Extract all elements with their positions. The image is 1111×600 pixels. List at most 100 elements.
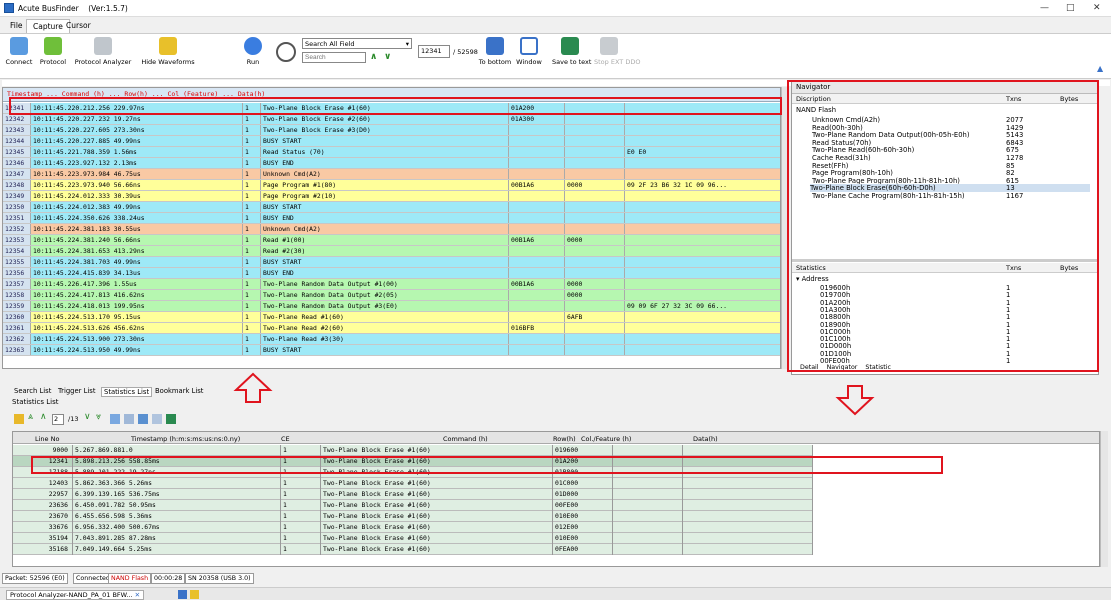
grid-row[interactable]: 12356 10:11:45.224.415.839 34.13us 1 BUSY … <box>3 268 780 279</box>
next-page-icon[interactable]: ∨ <box>84 412 91 422</box>
stat-row[interactable]: 33676 6.956.332.400 500.67ms 1 Two-Plane Bl… <box>13 522 813 533</box>
gears-icon <box>94 37 112 55</box>
stat-cell-ts: 7.049.149.664 5.25ms <box>73 544 281 555</box>
to-bottom-button[interactable]: To bottom <box>478 37 512 66</box>
hide-waveforms-label: Hide Waveforms <box>141 58 195 66</box>
tab-cursor[interactable]: Cursor <box>60 19 97 33</box>
save-icon[interactable] <box>166 414 176 424</box>
collapse-ribbon-icon[interactable]: ▲ <box>1097 64 1103 73</box>
grid-row[interactable]: 12363 10:11:45.224.513.950 49.99ns 1 BUSY … <box>3 345 780 356</box>
cell-data <box>625 158 780 168</box>
grid-row[interactable]: 12353 10:11:45.224.381.240 56.66ns 1 Read #… <box>3 235 780 246</box>
cell-cmd: BUSY START <box>261 345 509 355</box>
grid-row[interactable]: 12349 10:11:45.224.012.333 30.39us 1 Page … <box>3 191 780 202</box>
search-field-select[interactable]: Search All Field ▾ <box>302 38 412 49</box>
grid-row[interactable]: 12352 10:11:45.224.381.183 30.55us 1 Unknow… <box>3 224 780 235</box>
filter-icon[interactable] <box>124 414 134 424</box>
chart-icon[interactable] <box>14 414 24 424</box>
cell-cmd: BUSY START <box>261 136 509 146</box>
stat-scrollbar[interactable] <box>1100 431 1108 567</box>
cell-data: E0 E0 <box>625 147 780 157</box>
cell-cmd: Two-Plane Random Data Output #3(E0) <box>261 301 509 311</box>
grid-row[interactable]: 12347 10:11:45.223.973.984 46.75us 1 Unknow… <box>3 169 780 180</box>
grid-row[interactable]: 12359 10:11:45.224.418.013 199.95ns 1 Two-… <box>3 301 780 312</box>
tab-file[interactable]: File <box>4 19 29 33</box>
window-button[interactable]: Window <box>515 37 543 66</box>
cell-data <box>625 191 780 201</box>
grid-row[interactable]: 12344 10:11:45.220.227.885 49.99ns 1 BUSY … <box>3 136 780 147</box>
tab-statistics-list[interactable]: Statistics List <box>101 387 153 397</box>
doc-tab[interactable]: Protocol Analyzer-NAND_PA_01 BFW... ✕ <box>6 590 145 600</box>
tab-trigger-list[interactable]: Trigger List <box>58 387 95 395</box>
protocol-button[interactable]: Protocol <box>37 37 69 66</box>
hide-waveforms-button[interactable]: Hide Waveforms <box>138 37 198 66</box>
stat-row[interactable]: 22957 6.399.139.165 536.75ms 1 Two-Plane Bl… <box>13 489 813 500</box>
stat-row[interactable]: 12403 5.862.363.366 5.26ms 1 Two-Plane Bloc… <box>13 478 813 489</box>
grid-row[interactable]: 12346 10:11:45.223.927.132 2.13ms 1 BUSY E… <box>3 158 780 169</box>
cell-cmd: Two-Plane Read #3(30) <box>261 334 509 344</box>
first-page-icon[interactable]: ⩓ <box>28 412 33 422</box>
grid-row[interactable]: 12354 10:11:45.224.381.653 413.29ns 1 Read… <box>3 246 780 257</box>
cell-row <box>509 257 565 267</box>
grid-row[interactable]: 12351 10:11:45.224.350.626 338.24us 1 BUSY… <box>3 213 780 224</box>
stop-ext-button[interactable]: Stop EXT DDO <box>594 37 641 66</box>
stat-cell-ts: 5.862.363.366 5.26ms <box>73 478 281 489</box>
search-down-icon[interactable]: ∨ <box>384 52 391 62</box>
close-button[interactable]: ✕ <box>1093 3 1101 13</box>
grid-row[interactable]: 12355 10:11:45.224.381.703 49.99ns 1 BUSY … <box>3 257 780 268</box>
grid-row[interactable]: 12343 10:11:45.220.227.605 273.30ns 1 Two-… <box>3 125 780 136</box>
stat-row[interactable]: 23670 6.455.656.598 5.36ms 1 Two-Plane Bloc… <box>13 511 813 522</box>
prev-page-icon[interactable]: ∧ <box>40 412 47 422</box>
stat-cell-ce: 1 <box>281 511 321 522</box>
stat-cell-ce: 1 <box>281 544 321 555</box>
stop-ext-label: Stop EXT DDO <box>594 58 641 66</box>
cell-data <box>625 290 780 300</box>
grid-row[interactable]: 12358 10:11:45.224.417.813 416.62ns 1 Two-… <box>3 290 780 301</box>
export-icon[interactable] <box>138 414 148 424</box>
minimize-button[interactable]: — <box>1040 3 1049 13</box>
page-input[interactable]: 2 <box>52 414 64 425</box>
grid-row[interactable]: 12362 10:11:45.224.513.900 273.30ns 1 Two-… <box>3 334 780 345</box>
bars-icon[interactable] <box>190 590 199 599</box>
stat-cell-cmd: Two-Plane Block Erase #1(60) <box>321 522 553 533</box>
stat-row[interactable]: 35194 7.043.891.285 87.28ms 1 Two-Plane Blo… <box>13 533 813 544</box>
grid-row[interactable]: 12348 10:11:45.223.973.940 56.66ns 1 Page P… <box>3 180 780 191</box>
cell-data <box>625 257 780 267</box>
protocol-analyzer-button[interactable]: Protocol Analyzer <box>74 37 132 66</box>
cell-row: 00B1A6 <box>509 279 565 289</box>
cell-data <box>625 169 780 179</box>
grid-row[interactable]: 12357 10:11:45.226.417.396 1.55us 1 Two-Pla… <box>3 279 780 290</box>
menu-tabs: File Capture Cursor <box>0 18 1111 33</box>
clear-icon[interactable] <box>152 414 162 424</box>
cell-row <box>509 191 565 201</box>
grid-row[interactable]: 12350 10:11:45.224.012.383 49.99ns 1 BUSY … <box>3 202 780 213</box>
stat-row[interactable]: 9000 5.267.869.881.0 1 Two-Plane Block Eras… <box>13 445 813 456</box>
stat-cell-data <box>683 478 813 489</box>
close-tab-icon[interactable]: ✕ <box>135 591 140 599</box>
cell-col <box>565 224 625 234</box>
stat-cell-no: 22957 <box>13 489 73 500</box>
pin-icon[interactable] <box>178 590 187 599</box>
search-input[interactable] <box>302 52 366 63</box>
tab-search-list[interactable]: Search List <box>14 387 51 395</box>
search-up-icon[interactable]: ∧ <box>370 52 377 62</box>
grid-row[interactable]: 12361 10:11:45.224.513.626 456.62ns 1 Two-… <box>3 323 780 334</box>
grid-row[interactable]: 12345 10:11:45.221.788.359 1.56ms 1 Read St… <box>3 147 780 158</box>
window-label: Window <box>516 58 542 66</box>
packet-index-input[interactable]: 12341 <box>418 45 450 58</box>
cell-no: 12347 <box>3 169 31 179</box>
stat-row[interactable]: 35168 7.049.149.664 5.25ms 1 Two-Plane Bloc… <box>13 544 813 555</box>
run-button[interactable]: Run <box>243 37 263 66</box>
status-time: 00:00:28 <box>151 573 186 584</box>
grid-row[interactable]: 12360 10:11:45.224.513.170 95.15us 1 Two-Pl… <box>3 312 780 323</box>
connect-button[interactable]: Connect <box>4 37 34 66</box>
copy-icon[interactable] <box>110 414 120 424</box>
grid-row[interactable]: 12342 10:11:45.220.227.232 19.27ns 1 Two-P… <box>3 114 780 125</box>
save-to-text-button[interactable]: Save to text <box>552 37 591 66</box>
last-page-icon[interactable]: ⩔ <box>96 412 101 422</box>
cell-ts: 10:11:45.220.227.605 273.30ns <box>31 125 243 135</box>
maximize-button[interactable]: □ <box>1066 3 1075 13</box>
cell-no: 12356 <box>3 268 31 278</box>
tab-bookmark-list[interactable]: Bookmark List <box>155 387 203 395</box>
stat-row[interactable]: 23636 6.450.091.782 50.95ms 1 Two-Plane Blo… <box>13 500 813 511</box>
